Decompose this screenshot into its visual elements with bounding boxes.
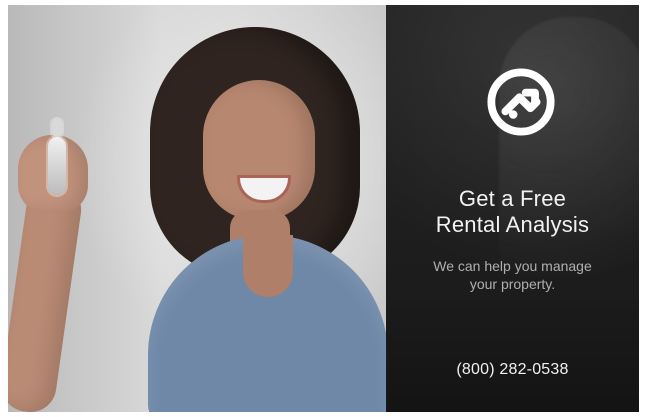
subtext-line-1: We can help you manage [433, 258, 592, 274]
house-in-circle-icon [487, 68, 555, 136]
left-arm [8, 180, 85, 412]
subtext-line-2: your property. [469, 276, 556, 292]
house-keys [48, 119, 66, 195]
headline-line-2: Rental Analysis [435, 212, 590, 237]
phone-number: (800) 282-0538 [456, 361, 569, 378]
lifestyle-photo [8, 5, 388, 412]
offer-subtext: We can help you manage your property. [386, 257, 639, 293]
headline-line-1: Get a Free [458, 186, 567, 211]
blue-top [148, 235, 388, 412]
rental-analysis-ad: Get a Free Rental Analysis We can help y… [8, 5, 639, 412]
offer-headline: Get a Free Rental Analysis [386, 186, 639, 238]
woman-holding-keys [8, 5, 388, 412]
